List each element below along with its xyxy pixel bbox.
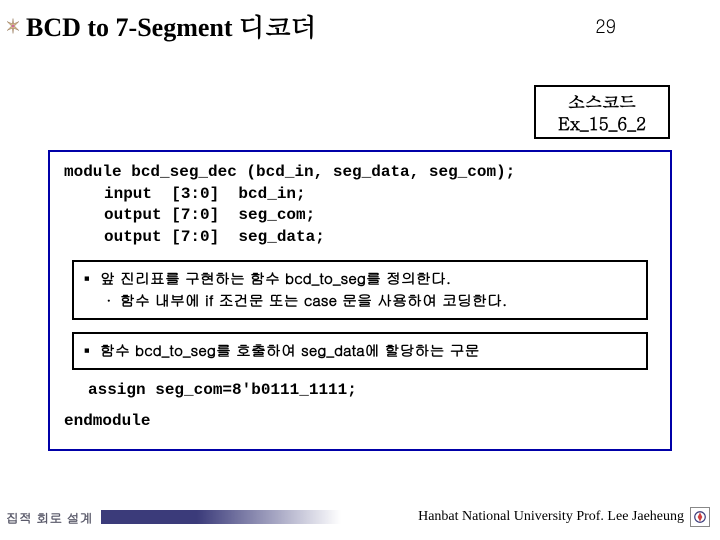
page-number: 29 [595,14,616,39]
slide-title: BCD to 7-Segment 디코더 [26,8,595,44]
note2-line1: 함수 bcd_to_seg를 호출하여 seg_data에 할당하는 구문 [100,340,480,362]
code-line: input [3:0] bcd_in; [64,184,656,206]
code-line: module bcd_seg_dec (bcd_in, seg_data, se… [64,162,656,184]
footer-gradient-bar [101,510,341,524]
slide-footer: 집적 회로 설계 Hanbat National University Prof… [0,504,720,530]
code-panel: module bcd_seg_dec (bcd_in, seg_data, se… [48,150,672,451]
footer-left-text: 집적 회로 설계 [6,508,93,527]
code-endmodule: endmodule [64,411,656,433]
source-label-line2: Ex_15_6_2 [558,112,646,134]
note1-line1: 앞 진리표를 구현하는 함수 bcd_to_seg를 정의한다. [100,268,451,290]
bullet-dot-icon: · [106,290,120,312]
footer-right-text: Hanbat National University Prof. Lee Jae… [418,509,684,525]
bullet-square-icon: ▪ [84,268,100,290]
note-box-2: ▪ 함수 bcd_to_seg를 호출하여 seg_data에 할당하는 구문 [72,332,648,370]
source-code-label-box: 소스코드 Ex_15_6_2 [534,85,670,139]
note-box-1: ▪ 앞 진리표를 구현하는 함수 bcd_to_seg를 정의한다. · 함수 … [72,260,648,320]
code-line: output [7:0] seg_com; [64,205,656,227]
source-label-line1: 소스코드 [558,90,646,112]
bullet-square-icon: ▪ [84,340,100,362]
slide-header: BCD to 7-Segment 디코더 29 [0,0,720,48]
note1-line2: 함수 내부에 if 조건문 또는 case 문을 사용하여 코딩한다. [120,290,507,312]
code-assign-line: assign seg_com=8'b0111_1111; [88,380,656,402]
code-line: output [7:0] seg_data; [64,227,656,249]
star-icon [4,17,22,35]
university-logo-icon [690,507,710,527]
